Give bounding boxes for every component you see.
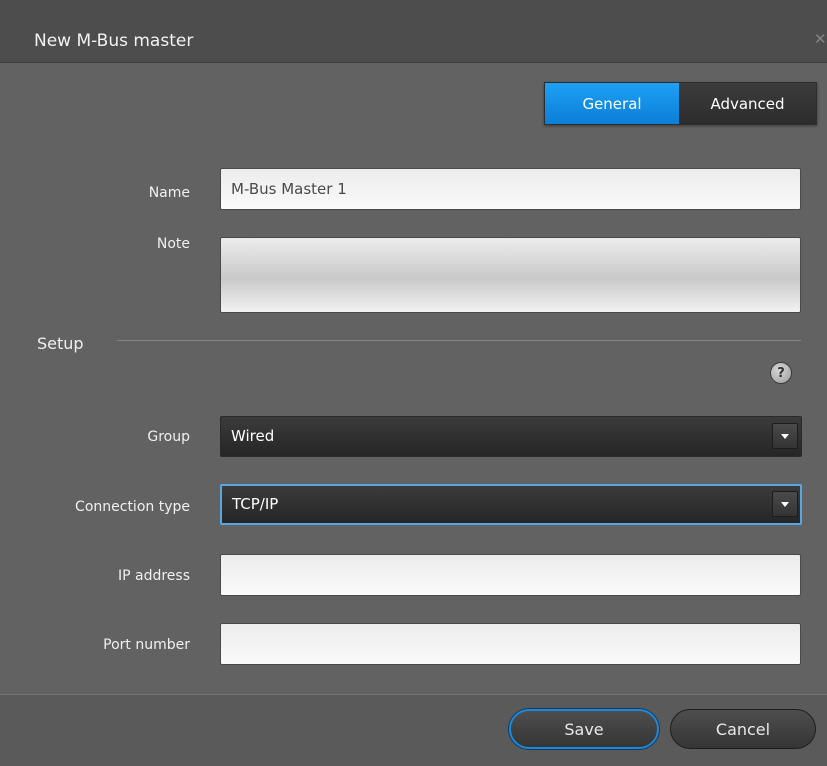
connection-type-select-value: TCP/IP	[232, 495, 279, 513]
group-dropdown-button[interactable]	[772, 423, 798, 449]
title-bar: New M-Bus master ✕	[0, 0, 827, 63]
help-icon[interactable]: ?	[770, 362, 792, 384]
section-divider	[117, 340, 801, 341]
tab-switcher: General Advanced	[544, 82, 817, 125]
save-button[interactable]: Save	[509, 709, 659, 749]
cancel-button[interactable]: Cancel	[670, 709, 816, 749]
ip-address-input[interactable]	[220, 554, 801, 596]
note-textarea[interactable]	[220, 237, 801, 313]
dialog-title: New M-Bus master	[34, 31, 194, 51]
name-input[interactable]	[220, 168, 801, 210]
setup-section-title: Setup	[37, 334, 84, 353]
connection-type-dropdown-button[interactable]	[772, 491, 798, 517]
port-number-input[interactable]	[220, 623, 801, 665]
dialog: New M-Bus master ✕ General Advanced Name…	[0, 0, 827, 766]
tab-general[interactable]: General	[545, 83, 679, 124]
chevron-down-icon	[781, 433, 789, 439]
tab-advanced[interactable]: Advanced	[679, 83, 816, 124]
group-select[interactable]: Wired	[220, 416, 802, 457]
dialog-footer: Save Cancel	[0, 694, 827, 766]
ip-address-label: IP address	[117, 568, 190, 584]
group-select-value: Wired	[231, 427, 275, 445]
connection-type-label: Connection type	[75, 499, 190, 515]
note-label: Note	[156, 236, 190, 252]
chevron-down-icon	[781, 501, 789, 507]
name-label: Name	[148, 185, 190, 201]
close-icon[interactable]: ✕	[814, 32, 827, 47]
port-number-label: Port number	[103, 637, 190, 653]
connection-type-select[interactable]: TCP/IP	[220, 484, 802, 525]
group-label: Group	[147, 429, 190, 445]
